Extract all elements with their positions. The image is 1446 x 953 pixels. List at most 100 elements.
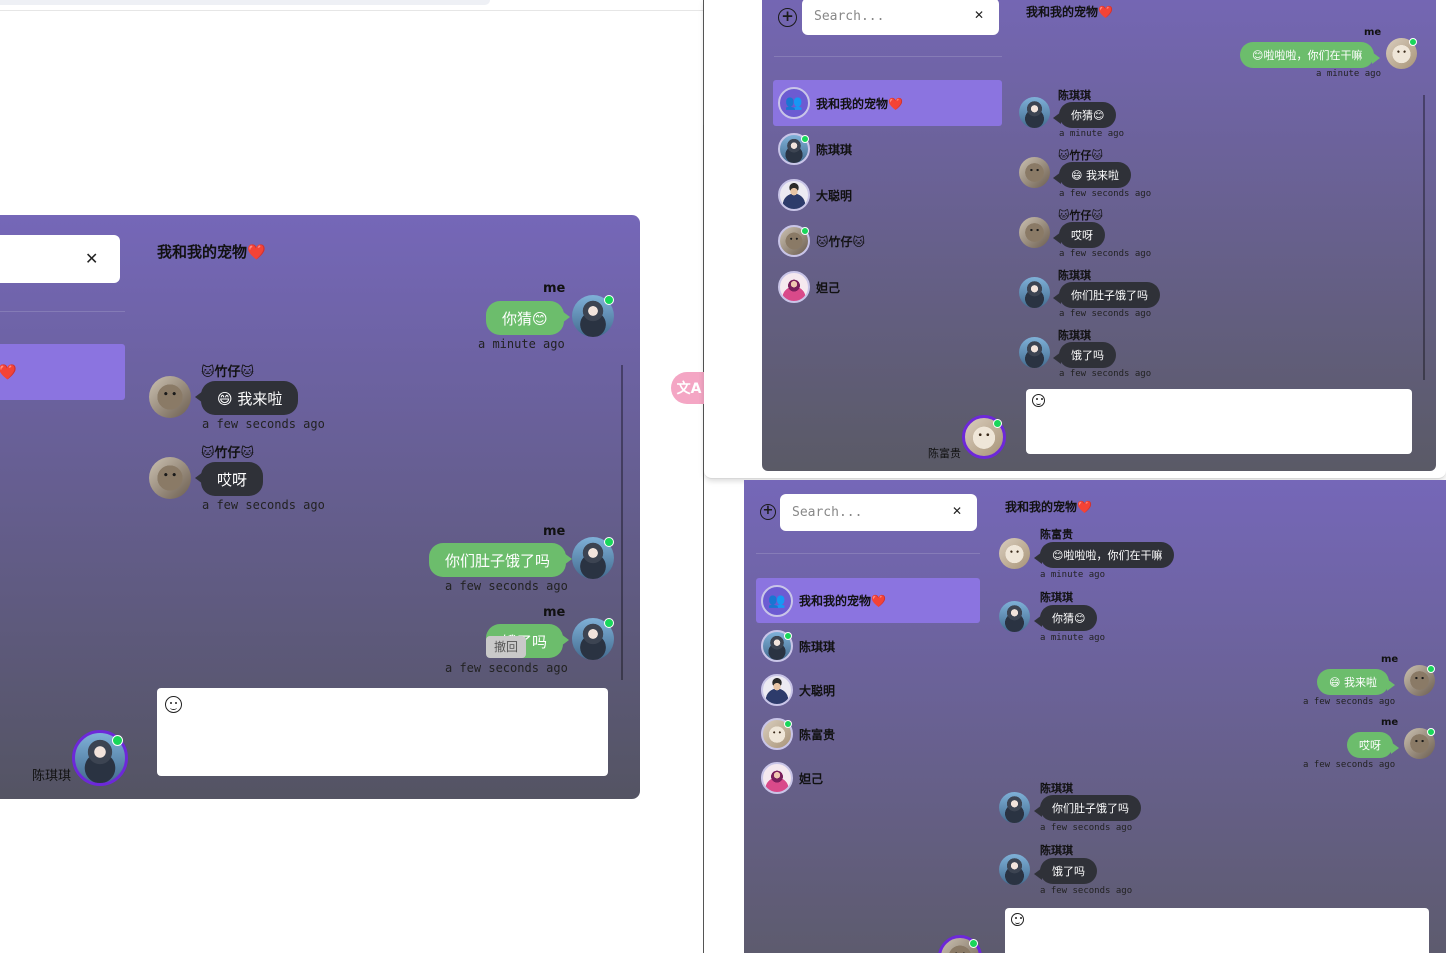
message-bubble[interactable]: 哎呀 <box>194 462 264 496</box>
message-time: a few seconds ago <box>445 661 568 675</box>
online-indicator <box>801 227 809 235</box>
withdraw-button[interactable]: 撤回 <box>486 636 526 658</box>
message-sender: me <box>543 524 566 539</box>
search-input[interactable]: Search... ✕ <box>802 0 999 35</box>
message-avatar[interactable] <box>999 538 1030 569</box>
current-user-name: 陈富贵 <box>928 447 961 460</box>
message-time: a minute ago <box>478 337 565 351</box>
search-placeholder: Search... <box>814 9 885 24</box>
message-bubble[interactable]: 你猜😊 <box>1052 102 1117 128</box>
message-bubble[interactable]: 😄 我来啦 <box>1317 669 1395 695</box>
contact-avatar <box>761 674 793 706</box>
message-input[interactable] <box>1005 908 1429 953</box>
current-user-avatar[interactable] <box>962 415 1006 459</box>
message-avatar[interactable] <box>149 457 191 499</box>
message-bubble[interactable]: 😊啦啦啦，你们在干嘛 <box>1240 42 1381 68</box>
plus-circle-icon[interactable]: + <box>778 8 797 27</box>
close-icon[interactable]: ✕ <box>85 249 98 268</box>
message-sender: 陈琪琪 <box>1058 329 1091 342</box>
message-bubble[interactable]: 😊啦啦啦，你们在干嘛 <box>1033 542 1175 568</box>
sidebar-item-chenqiqi[interactable]: 陈琪琪 <box>778 130 852 168</box>
smiley-icon[interactable] <box>165 696 182 713</box>
sidebar-item-group[interactable]: ❤️ <box>0 344 125 400</box>
message-avatar[interactable] <box>1019 277 1050 308</box>
sidebar-item-daji[interactable]: 妲己 <box>761 759 823 797</box>
translate-icon[interactable]: 文A <box>671 372 707 404</box>
chat-title: 我和我的宠物❤️ <box>1005 500 1092 514</box>
message-avatar[interactable] <box>1404 665 1435 696</box>
smiley-icon[interactable] <box>1032 394 1045 407</box>
online-indicator <box>604 295 614 305</box>
message-bubble[interactable]: 饿了吗 <box>1034 858 1097 884</box>
message-bubble[interactable]: 你们肚子饿了吗 <box>1053 282 1160 308</box>
message-input[interactable] <box>157 688 608 776</box>
message-bubble[interactable]: 饿了吗 <box>1053 342 1116 368</box>
current-user-name: 陈琪琪 <box>32 769 72 784</box>
message-avatar[interactable] <box>1019 97 1050 128</box>
message-avatar[interactable] <box>572 618 614 660</box>
chat-scrollbar[interactable] <box>621 365 623 680</box>
message-sender: 🐱竹仔🐱 <box>201 446 255 461</box>
contact-avatar <box>778 225 810 257</box>
contact-avatar <box>778 271 810 303</box>
message-time: a few seconds ago <box>1040 823 1133 833</box>
sidebar-divider <box>0 311 125 312</box>
message-time: a few seconds ago <box>1303 697 1396 707</box>
group-icon: 👥 <box>761 584 793 617</box>
close-icon[interactable]: ✕ <box>974 8 984 22</box>
search-input[interactable]: ✕ <box>0 235 120 283</box>
message-bubble[interactable]: 哎呀 <box>1053 222 1105 248</box>
message-bubble[interactable]: 你们肚子饿了吗 <box>1034 795 1141 821</box>
message-bubble[interactable]: 你们肚子饿了吗 <box>429 543 573 577</box>
message-input[interactable] <box>1026 389 1412 454</box>
sidebar-item-zhuzai[interactable]: 🐱竹仔🐱 <box>778 222 865 260</box>
message-avatar[interactable] <box>572 537 614 579</box>
current-user-avatar[interactable] <box>72 730 128 786</box>
chat-title: 我和我的宠物❤️ <box>1026 5 1113 19</box>
message-avatar[interactable] <box>999 792 1030 823</box>
heart-icon: ❤️ <box>0 363 17 381</box>
contact-avatar <box>778 179 810 211</box>
sidebar-item-dacongming[interactable]: 大聪明 <box>761 671 835 709</box>
message-avatar[interactable] <box>149 376 191 418</box>
message-bubble[interactable]: 你猜😊 <box>1033 605 1098 631</box>
sidebar-item-dacongming[interactable]: 大聪明 <box>778 176 852 214</box>
browser-tab[interactable] <box>0 0 490 5</box>
message-sender: 陈琪琪 <box>1058 89 1091 102</box>
contact-avatar <box>761 762 793 794</box>
close-icon[interactable]: ✕ <box>952 504 962 518</box>
sidebar-item-group[interactable]: 👥 我和我的宠物❤️ <box>773 80 1002 126</box>
message-time: a minute ago <box>1316 69 1382 79</box>
message-avatar[interactable] <box>999 601 1030 632</box>
message-avatar[interactable] <box>1019 337 1050 368</box>
message-time: a few seconds ago <box>1040 886 1133 896</box>
search-input[interactable]: Search... ✕ <box>780 494 977 531</box>
message-sender: 陈琪琪 <box>1040 844 1073 857</box>
message-avatar[interactable] <box>999 854 1030 885</box>
plus-circle-icon[interactable]: + <box>760 504 776 520</box>
message-bubble[interactable]: 😄 我来啦 <box>194 381 299 415</box>
message-bubble[interactable]: 😄 我来啦 <box>1053 162 1131 188</box>
browser-tab-strip <box>0 0 703 11</box>
smiley-icon[interactable] <box>1011 913 1024 926</box>
sidebar-item-daji[interactable]: 妲己 <box>778 268 840 306</box>
message-time: a few seconds ago <box>1059 189 1152 199</box>
search-placeholder: Search... <box>792 505 863 520</box>
message-time: a few seconds ago <box>202 498 325 512</box>
message-bubble[interactable]: 你猜😊 <box>486 301 570 335</box>
message-avatar[interactable] <box>1386 38 1417 69</box>
message-avatar[interactable] <box>1404 728 1435 759</box>
message-sender: me <box>543 605 566 620</box>
sidebar-item-chenfugui[interactable]: 陈富贵 <box>761 715 835 753</box>
message-time: a few seconds ago <box>202 417 325 431</box>
message-sender: me <box>543 281 566 296</box>
message-avatar[interactable] <box>1019 157 1050 188</box>
message-avatar[interactable] <box>1019 217 1050 248</box>
chat-scrollbar[interactable] <box>1423 95 1425 380</box>
message-avatar[interactable] <box>572 295 614 337</box>
sidebar-item-group[interactable]: 👥 我和我的宠物❤️ <box>756 578 980 623</box>
current-user-avatar[interactable] <box>938 935 982 953</box>
sidebar-item-chenqiqi[interactable]: 陈琪琪 <box>761 627 835 665</box>
message-sender: me <box>1364 27 1382 38</box>
message-bubble[interactable]: 哎呀 <box>1347 732 1399 758</box>
